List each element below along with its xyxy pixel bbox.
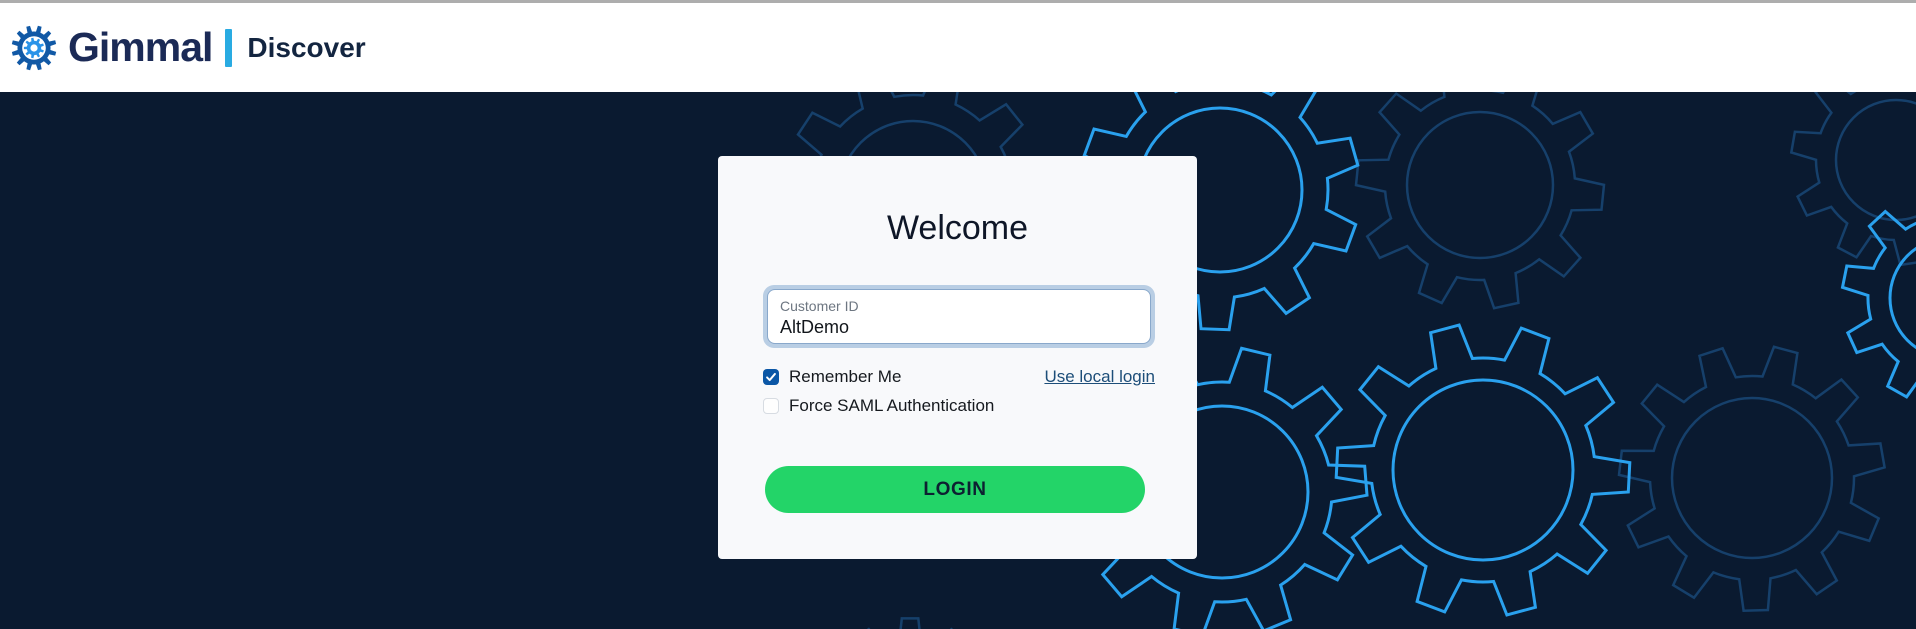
remember-me-row: Remember Me Use local login [763, 366, 1155, 388]
use-local-login-link[interactable]: Use local login [1044, 367, 1155, 387]
product-name: Discover [247, 32, 365, 64]
app-header: Gimmal Discover [0, 0, 1916, 92]
brand-name: Gimmal [68, 24, 212, 71]
force-saml-label: Force SAML Authentication [789, 396, 994, 416]
customer-id-input[interactable] [780, 317, 1138, 338]
customer-id-field[interactable]: Customer ID [763, 285, 1155, 348]
gimmal-logo-gear-icon [11, 24, 57, 72]
customer-id-label: Customer ID [780, 298, 1138, 314]
force-saml-checkbox[interactable] [763, 398, 779, 414]
remember-me-checkbox[interactable] [763, 369, 779, 385]
checkmark-icon [764, 370, 778, 384]
login-form: Customer ID Remember Me Use local login [763, 285, 1155, 513]
brand-divider [225, 29, 232, 67]
customer-id-field-inner: Customer ID [767, 289, 1151, 344]
remember-me-label: Remember Me [789, 367, 901, 387]
login-button[interactable]: LOGIN [765, 466, 1145, 513]
welcome-title: Welcome [718, 208, 1197, 249]
login-card: Welcome Customer ID Remember Me Use loca… [718, 156, 1197, 559]
login-options: Remember Me Use local login Force SAML A… [763, 366, 1155, 417]
force-saml-row: Force SAML Authentication [763, 395, 1155, 417]
